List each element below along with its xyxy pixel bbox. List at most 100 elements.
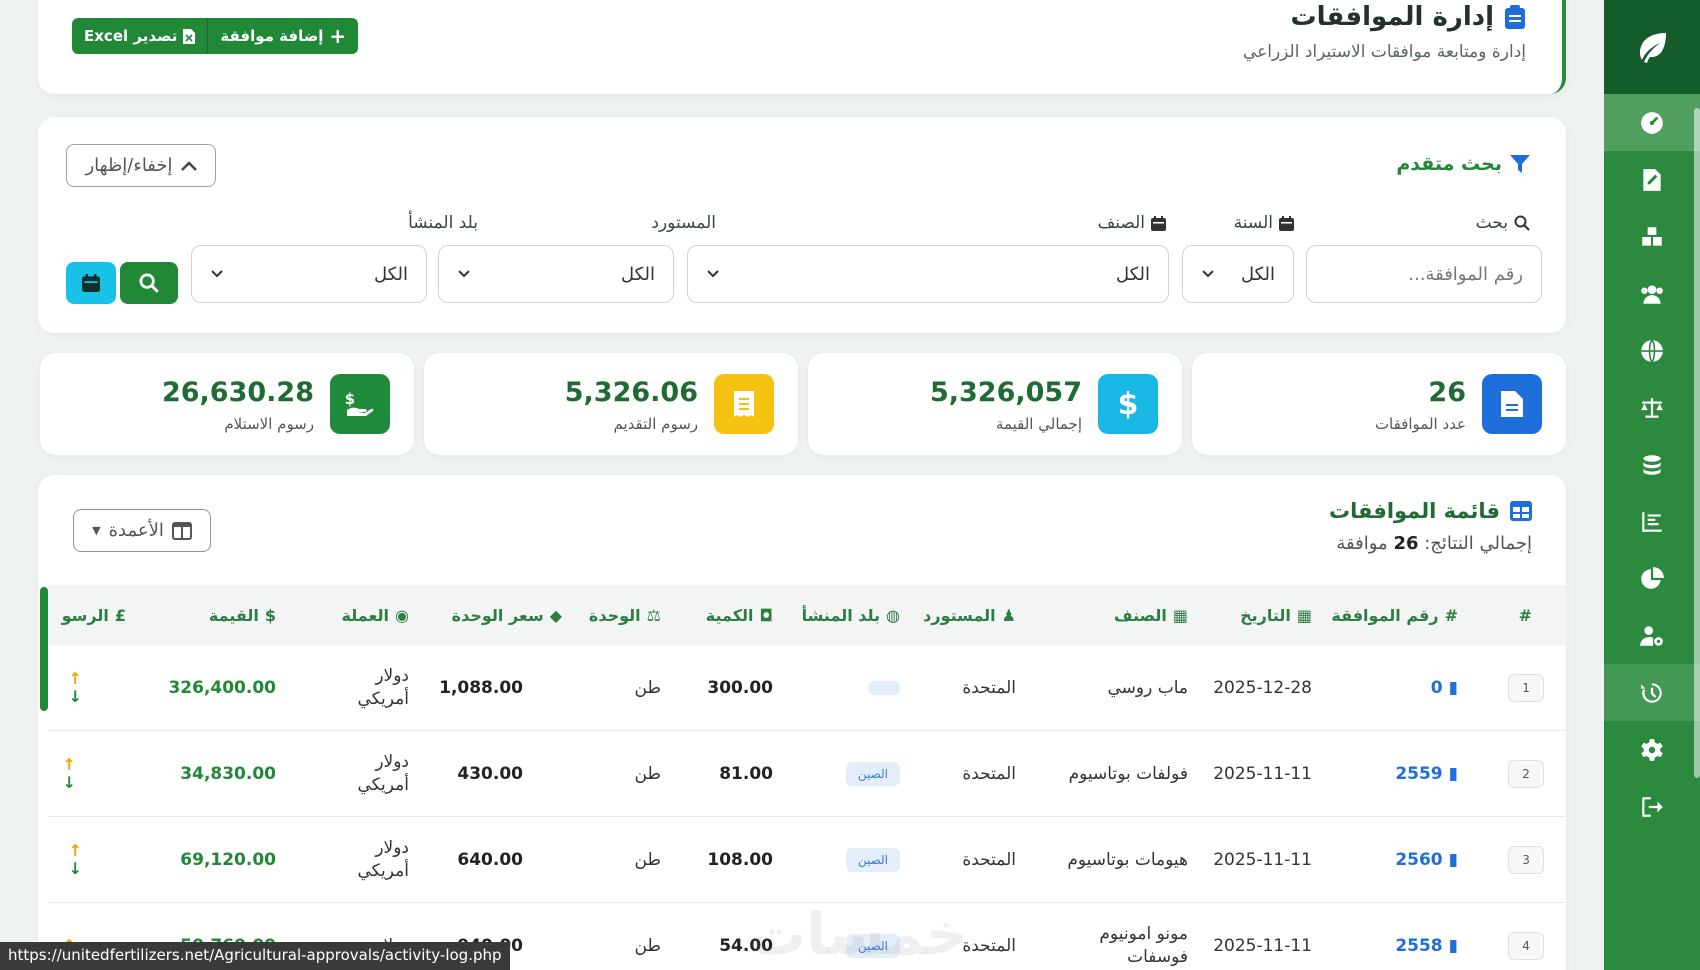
search-label: بحث [1476, 213, 1530, 233]
cell-fees: ↑ ↓ [63, 731, 76, 817]
coins-icon: ◉ [395, 605, 409, 625]
search-button[interactable] [120, 262, 178, 304]
nav-fees[interactable] [1604, 436, 1700, 493]
chevron-up-icon [180, 160, 197, 171]
col-header-number[interactable]: # رقم الموافقة [1331, 585, 1458, 645]
advanced-search-title: بحث متقدم [1396, 153, 1530, 175]
clipboard-icon [1505, 5, 1525, 29]
cell-unit-price: 1,088.00 [439, 678, 523, 698]
col-header-quantity[interactable]: ◘ الكمية [706, 585, 773, 645]
page-title: إدارة الموافقات [1291, 2, 1526, 32]
importer-label-text: المستورد [651, 213, 716, 233]
origin-label-text: بلد المنشأ [408, 213, 478, 233]
stat-label: إجمالي القيمة [995, 415, 1082, 433]
col-header-category-text: الصنف [1114, 605, 1167, 625]
chevron-down-icon [458, 270, 470, 278]
hand-money-icon: $ [345, 390, 374, 416]
nav-settings[interactable] [1604, 721, 1700, 778]
export-excel-button[interactable]: Excel تصدير [72, 18, 208, 54]
nav-activity-log[interactable] [1604, 664, 1700, 721]
col-header-date[interactable]: ▦ التاريخ [1240, 585, 1312, 645]
cell-importer: المتحدة [962, 764, 1016, 784]
date-filter-button[interactable] [66, 262, 116, 304]
globe-icon [1641, 339, 1663, 362]
category-select[interactable]: الكل [687, 245, 1169, 303]
page-subtitle: إدارة ومتابعة موافقات الاستيراد الزراعي [1242, 42, 1526, 62]
nav-user-settings[interactable] [1604, 607, 1700, 664]
col-header-index[interactable]: # [1519, 585, 1532, 645]
approval-number-link[interactable]: 0 [1431, 678, 1443, 698]
sidebar-scrollbar[interactable] [1694, 108, 1700, 778]
chart-bar-icon [1642, 511, 1662, 532]
nav-logout[interactable] [1604, 778, 1700, 835]
col-header-importer[interactable]: ♟ المستورد [923, 585, 1016, 645]
stat-value: 26 [1428, 377, 1466, 408]
col-header-currency[interactable]: ◉ العملة [342, 585, 409, 645]
cell-number[interactable]: ▮ 2558 [1395, 903, 1458, 970]
scale-icon [1641, 397, 1663, 418]
nav-users[interactable] [1604, 265, 1700, 322]
cell-number[interactable]: ▮ 0 [1431, 645, 1458, 731]
watermark: خمسات [748, 900, 968, 968]
nav-approvals[interactable] [1604, 151, 1700, 208]
file-icon: ▮ [1448, 764, 1458, 784]
col-header-category[interactable]: ▦ الصنف [1114, 585, 1188, 645]
dollar-icon: $ [264, 605, 276, 625]
col-header-unit[interactable]: ⚖ الوحدة [589, 585, 661, 645]
columns-dropdown-button[interactable]: الأعمدة ▼ [73, 509, 211, 552]
toggle-filters-button[interactable]: إخفاء/إظهار [66, 144, 216, 187]
origin-select[interactable]: الكل [191, 245, 427, 303]
add-approval-button[interactable]: + إضافة موافقة [207, 18, 359, 54]
cell-number[interactable]: ▮ 2560 [1395, 817, 1458, 903]
cell-importer: المتحدة [962, 678, 1016, 698]
nav-statistics[interactable] [1604, 550, 1700, 607]
leaf-icon [1640, 33, 1666, 63]
cell-origin: الصين [845, 817, 900, 903]
col-header-origin[interactable]: ◍ بلد المنشأ [802, 585, 900, 645]
approval-number-link[interactable]: 2560 [1395, 850, 1442, 870]
filter-icon [1510, 155, 1530, 173]
category-label-text: الصنف [1097, 213, 1145, 233]
col-header-unit-text: الوحدة [588, 605, 641, 625]
col-header-importer-text: المستورد [923, 605, 996, 625]
col-header-value[interactable]: $ القيمة [209, 585, 276, 645]
cell-importer: المتحدة [962, 850, 1016, 870]
col-header-value-text: القيمة [208, 605, 259, 625]
search-input[interactable]: رقم الموافقة... [1306, 245, 1542, 303]
nav-balance[interactable] [1604, 379, 1700, 436]
cell-currency: دولار أمريكي [357, 838, 410, 881]
col-header-unit-price[interactable]: ◆ سعر الوحدة [452, 585, 562, 645]
stat-value: 5,326.06 [564, 377, 698, 408]
cell-currency: دولار أمريكي [357, 666, 410, 709]
cell-date: 2025-11-11 [1213, 764, 1312, 784]
nav-countries[interactable] [1604, 322, 1700, 379]
caret-down-icon: ▼ [92, 524, 101, 537]
cell-value: 326,400.00 [168, 678, 276, 698]
header-actions: Excel تصدير + إضافة موافقة [72, 18, 359, 54]
table-icon [1510, 501, 1532, 521]
col-header-fees[interactable]: £ الرسو [62, 585, 126, 645]
logo[interactable] [1604, 0, 1700, 94]
cell-number[interactable]: ▮ 2559 [1395, 731, 1458, 817]
file-icon: ▮ [1448, 678, 1458, 698]
nav-dashboard[interactable] [1604, 94, 1700, 151]
stat-card-total-value: $ 5,326,057 إجمالي القيمة [808, 353, 1182, 455]
row-index-badge: 2 [1508, 760, 1544, 788]
importer-select[interactable]: الكل [438, 245, 674, 303]
approval-number-link[interactable]: 2559 [1395, 764, 1442, 784]
cell-origin [868, 645, 900, 731]
table-row: 3 ▮ 2560 2025-11-11 هيومات بوتاسيوم المتح… [48, 817, 1566, 903]
year-select[interactable]: الكل [1182, 245, 1294, 303]
boxes-icon [1642, 226, 1662, 246]
cell-fees: ↑ ↓ [69, 817, 82, 903]
cell-index: 1 [1508, 645, 1544, 731]
col-header-currency-text: العملة [341, 605, 390, 625]
nav-warehouse[interactable] [1604, 208, 1700, 265]
approval-number-link[interactable]: 2558 [1395, 936, 1442, 956]
nav-reports[interactable] [1604, 493, 1700, 550]
horizontal-scroll-indicator[interactable] [40, 587, 48, 711]
col-header-number-text: رقم الموافقة [1331, 605, 1439, 625]
excel-file-icon [183, 28, 196, 44]
calendar-icon [1151, 215, 1166, 231]
col-header-origin-text: بلد المنشأ [801, 605, 881, 625]
